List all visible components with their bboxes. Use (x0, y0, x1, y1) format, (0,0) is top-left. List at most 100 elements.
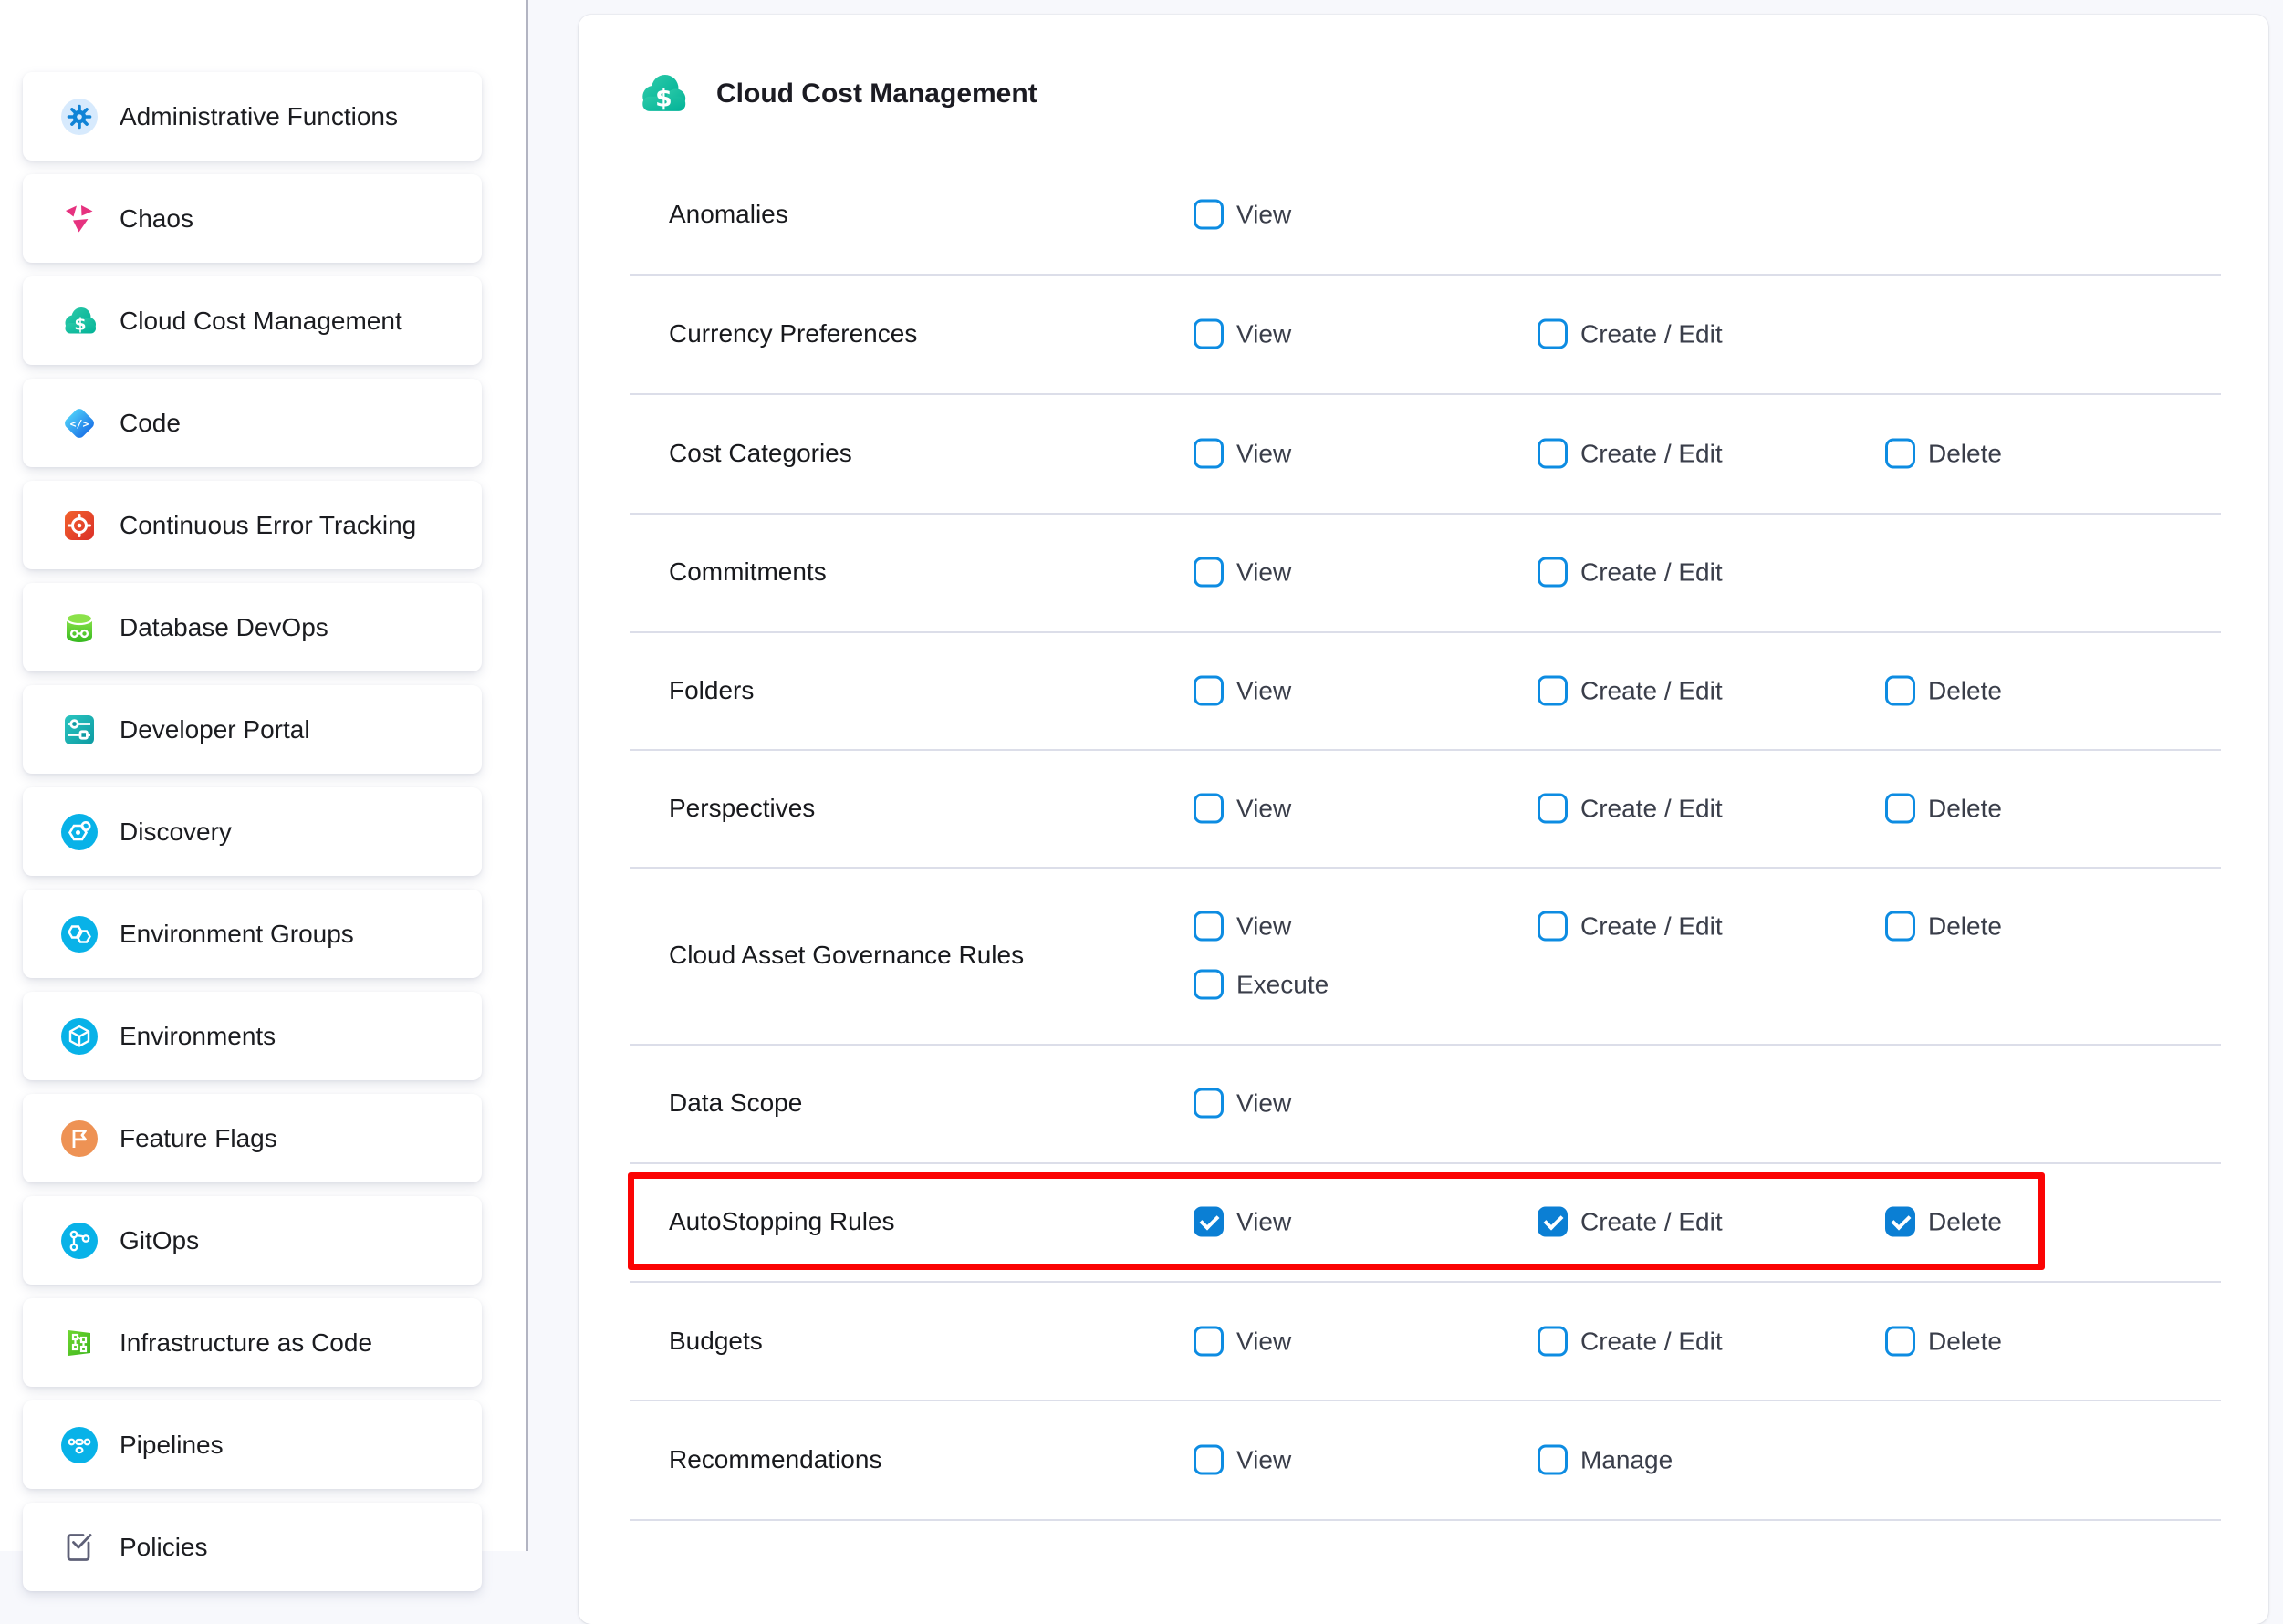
execute-checkbox[interactable] (1194, 970, 1224, 1000)
sidebar-item-cloud-cost-management[interactable]: $Cloud Cost Management (23, 276, 482, 365)
cloud-dollar-icon: $ (61, 303, 98, 339)
view-permission[interactable]: View (1194, 794, 1291, 824)
create-edit-permission[interactable]: Create / Edit (1538, 1207, 1723, 1237)
view-permission[interactable]: View (1194, 676, 1291, 706)
permission-row-label: Anomalies (669, 200, 788, 229)
permission-row-label: Cloud Asset Governance Rules (669, 941, 1024, 970)
sidebar-item-label: Administrative Functions (120, 102, 398, 131)
view-permission[interactable]: View (1194, 319, 1291, 349)
delete-permission[interactable]: Delete (1885, 676, 2002, 706)
view-permission[interactable]: View (1194, 1207, 1291, 1237)
checkbox-label: Create / Edit (1580, 1327, 1723, 1356)
sidebar-item-environment-groups[interactable]: Environment Groups (23, 890, 482, 978)
sidebar-item-gitops[interactable]: GitOps (23, 1196, 482, 1285)
checkbox-label: View (1236, 319, 1291, 349)
row-divider (630, 1400, 2221, 1401)
create-edit-checkbox[interactable] (1538, 557, 1568, 588)
delete-checkbox[interactable] (1885, 676, 1915, 706)
view-checkbox[interactable] (1194, 794, 1224, 824)
delete-checkbox[interactable] (1885, 1207, 1915, 1237)
view-checkbox[interactable] (1194, 1327, 1224, 1357)
delete-checkbox[interactable] (1885, 439, 1915, 469)
view-permission[interactable]: View (1194, 200, 1291, 230)
view-checkbox[interactable] (1194, 557, 1224, 588)
delete-checkbox[interactable] (1885, 794, 1915, 824)
view-checkbox[interactable] (1194, 676, 1224, 706)
create-edit-permission[interactable]: Create / Edit (1538, 557, 1723, 588)
create-edit-checkbox[interactable] (1538, 439, 1568, 469)
delete-permission[interactable]: Delete (1885, 1327, 2002, 1357)
sidebar-item-code[interactable]: </>Code (23, 379, 482, 467)
manage-checkbox[interactable] (1538, 1445, 1568, 1475)
permission-row-label: Perspectives (669, 794, 815, 823)
create-edit-checkbox[interactable] (1538, 1207, 1568, 1237)
view-permission[interactable]: View (1194, 557, 1291, 588)
card-header: $ Cloud Cost Management (634, 68, 1037, 120)
create-edit-permission[interactable]: Create / Edit (1538, 319, 1723, 349)
sidebar-item-administrative-functions[interactable]: Administrative Functions (23, 72, 482, 161)
view-checkbox[interactable] (1194, 911, 1224, 942)
row-divider (630, 274, 2221, 276)
permission-row-label: Data Scope (669, 1088, 802, 1118)
checkbox-label: Delete (1928, 1207, 2002, 1236)
environments-cube-icon (61, 1018, 98, 1055)
sidebar-item-label: Environments (120, 1022, 276, 1051)
checkbox-label: Create / Edit (1580, 439, 1723, 468)
view-permission[interactable]: View (1194, 911, 1291, 942)
sidebar-item-developer-portal[interactable]: Developer Portal (23, 685, 482, 774)
delete-checkbox[interactable] (1885, 911, 1915, 942)
infrastructure-as-code-icon (61, 1325, 98, 1361)
permission-row-label: Folders (669, 676, 754, 705)
row-divider (630, 1162, 2221, 1164)
view-checkbox[interactable] (1194, 1207, 1224, 1237)
sidebar-item-database-devops[interactable]: Database DevOps (23, 583, 482, 671)
view-permission[interactable]: View (1194, 1088, 1291, 1119)
view-checkbox[interactable] (1194, 319, 1224, 349)
create-edit-checkbox[interactable] (1538, 676, 1568, 706)
policies-check-icon (61, 1529, 98, 1566)
code-icon: </> (61, 405, 98, 442)
environment-groups-icon (61, 916, 98, 953)
sidebar-item-chaos[interactable]: Chaos (23, 174, 482, 263)
delete-permission[interactable]: Delete (1885, 439, 2002, 469)
row-divider (630, 513, 2221, 515)
create-edit-permission[interactable]: Create / Edit (1538, 794, 1723, 824)
sidebar-item-discovery[interactable]: Discovery (23, 787, 482, 876)
view-checkbox[interactable] (1194, 200, 1224, 230)
sidebar-item-environments[interactable]: Environments (23, 992, 482, 1080)
view-checkbox[interactable] (1194, 1445, 1224, 1475)
view-permission[interactable]: View (1194, 1445, 1291, 1475)
create-edit-permission[interactable]: Create / Edit (1538, 911, 1723, 942)
checkbox-label: Create / Edit (1580, 911, 1723, 941)
create-edit-checkbox[interactable] (1538, 319, 1568, 349)
create-edit-checkbox[interactable] (1538, 794, 1568, 824)
feature-flag-icon (61, 1120, 98, 1157)
view-checkbox[interactable] (1194, 1088, 1224, 1119)
create-edit-permission[interactable]: Create / Edit (1538, 1327, 1723, 1357)
sidebar-item-feature-flags[interactable]: Feature Flags (23, 1094, 482, 1182)
sidebar-item-policies[interactable]: Policies (23, 1503, 482, 1591)
delete-checkbox[interactable] (1885, 1327, 1915, 1357)
sidebar-item-continuous-error-tracking[interactable]: Continuous Error Tracking (23, 481, 482, 569)
delete-permission[interactable]: Delete (1885, 1207, 2002, 1237)
checkbox-label: Delete (1928, 794, 2002, 823)
view-permission[interactable]: View (1194, 1327, 1291, 1357)
manage-permission[interactable]: Manage (1538, 1445, 1673, 1475)
sidebar-item-pipelines[interactable]: Pipelines (23, 1400, 482, 1489)
delete-permission[interactable]: Delete (1885, 911, 2002, 942)
checkbox-label: Delete (1928, 1327, 2002, 1356)
create-edit-permission[interactable]: Create / Edit (1538, 676, 1723, 706)
view-permission[interactable]: View (1194, 439, 1291, 469)
checkbox-label: View (1236, 1445, 1291, 1474)
sidebar-item-label: Pipelines (120, 1431, 224, 1460)
view-checkbox[interactable] (1194, 439, 1224, 469)
discovery-icon (61, 814, 98, 850)
create-edit-checkbox[interactable] (1538, 911, 1568, 942)
create-edit-permission[interactable]: Create / Edit (1538, 439, 1723, 469)
create-edit-checkbox[interactable] (1538, 1327, 1568, 1357)
execute-permission[interactable]: Execute (1194, 970, 1329, 1000)
delete-permission[interactable]: Delete (1885, 794, 2002, 824)
gitops-icon (61, 1223, 98, 1259)
sidebar-item-infrastructure-as-code[interactable]: Infrastructure as Code (23, 1298, 482, 1387)
checkbox-label: Create / Edit (1580, 794, 1723, 823)
